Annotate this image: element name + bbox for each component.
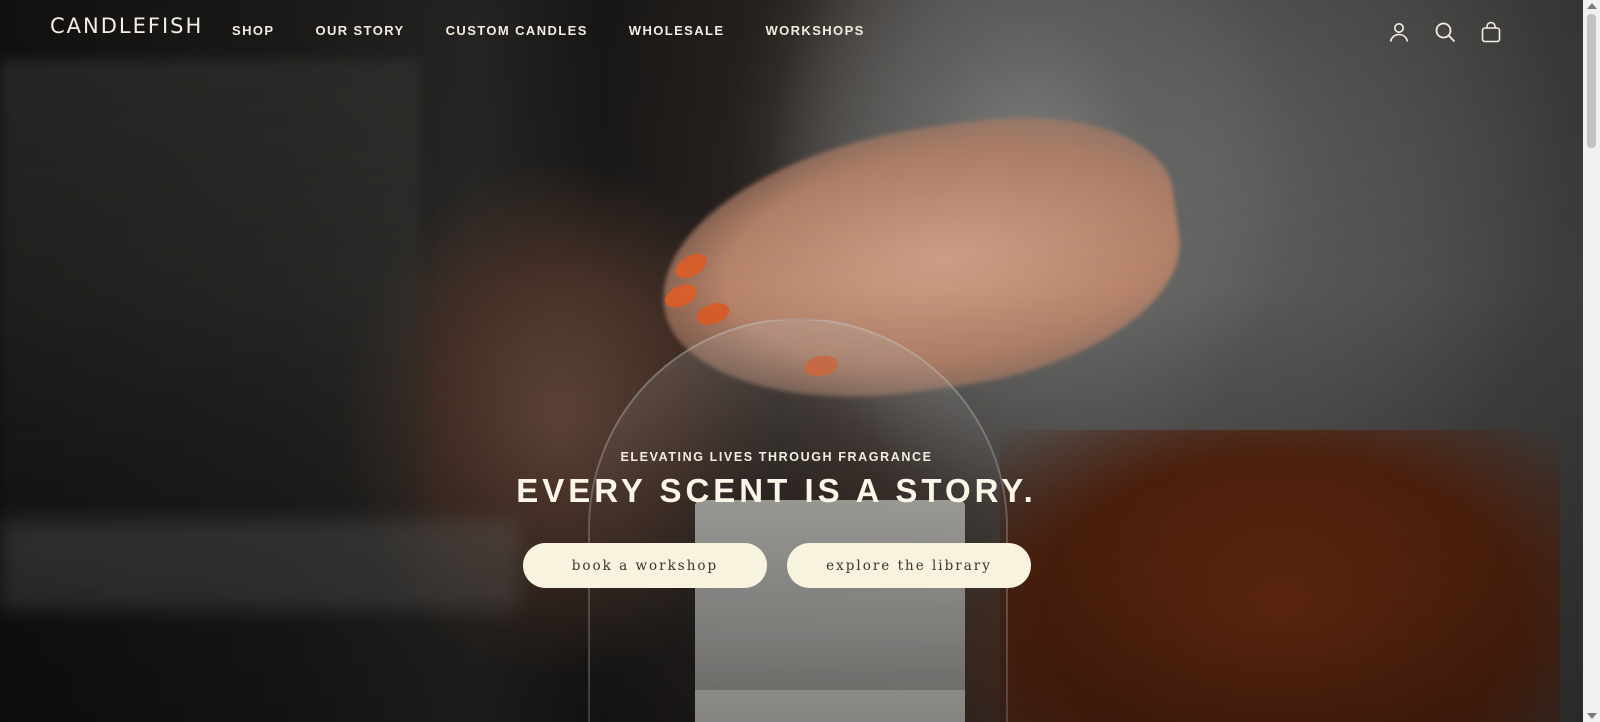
header-icons: [1387, 20, 1503, 44]
nav-item-shop[interactable]: SHOP: [232, 23, 274, 38]
nav-item-workshops[interactable]: WORKSHOPS: [765, 23, 864, 38]
book-workshop-button[interactable]: book a workshop: [523, 543, 767, 588]
scroll-down-arrow-icon[interactable]: [1587, 713, 1597, 719]
scrollbar[interactable]: [1583, 0, 1600, 722]
account-icon[interactable]: [1387, 20, 1411, 44]
hero-overlay: [0, 0, 1583, 722]
search-icon[interactable]: [1433, 20, 1457, 44]
main-nav: SHOP OUR STORY CUSTOM CANDLES WHOLESALE …: [232, 23, 906, 38]
hero-headline: EVERY SCENT IS A STORY.: [516, 472, 1037, 509]
scroll-up-arrow-icon[interactable]: [1587, 3, 1597, 9]
cart-icon[interactable]: [1479, 20, 1503, 44]
site-header: CANDLEFISH SHOP OUR STORY CUSTOM CANDLES…: [0, 0, 1583, 64]
nav-item-wholesale[interactable]: WHOLESALE: [629, 23, 725, 38]
hero-banner: [0, 0, 1583, 722]
nav-item-custom-candles[interactable]: CUSTOM CANDLES: [446, 23, 588, 38]
nav-item-our-story[interactable]: OUR STORY: [315, 23, 404, 38]
hero-eyebrow: ELEVATING LIVES THROUGH FRAGRANCE: [620, 450, 933, 464]
explore-library-button[interactable]: explore the library: [787, 543, 1031, 588]
scroll-thumb[interactable]: [1587, 14, 1596, 148]
brand-logo[interactable]: CANDLEFISH: [50, 14, 203, 38]
